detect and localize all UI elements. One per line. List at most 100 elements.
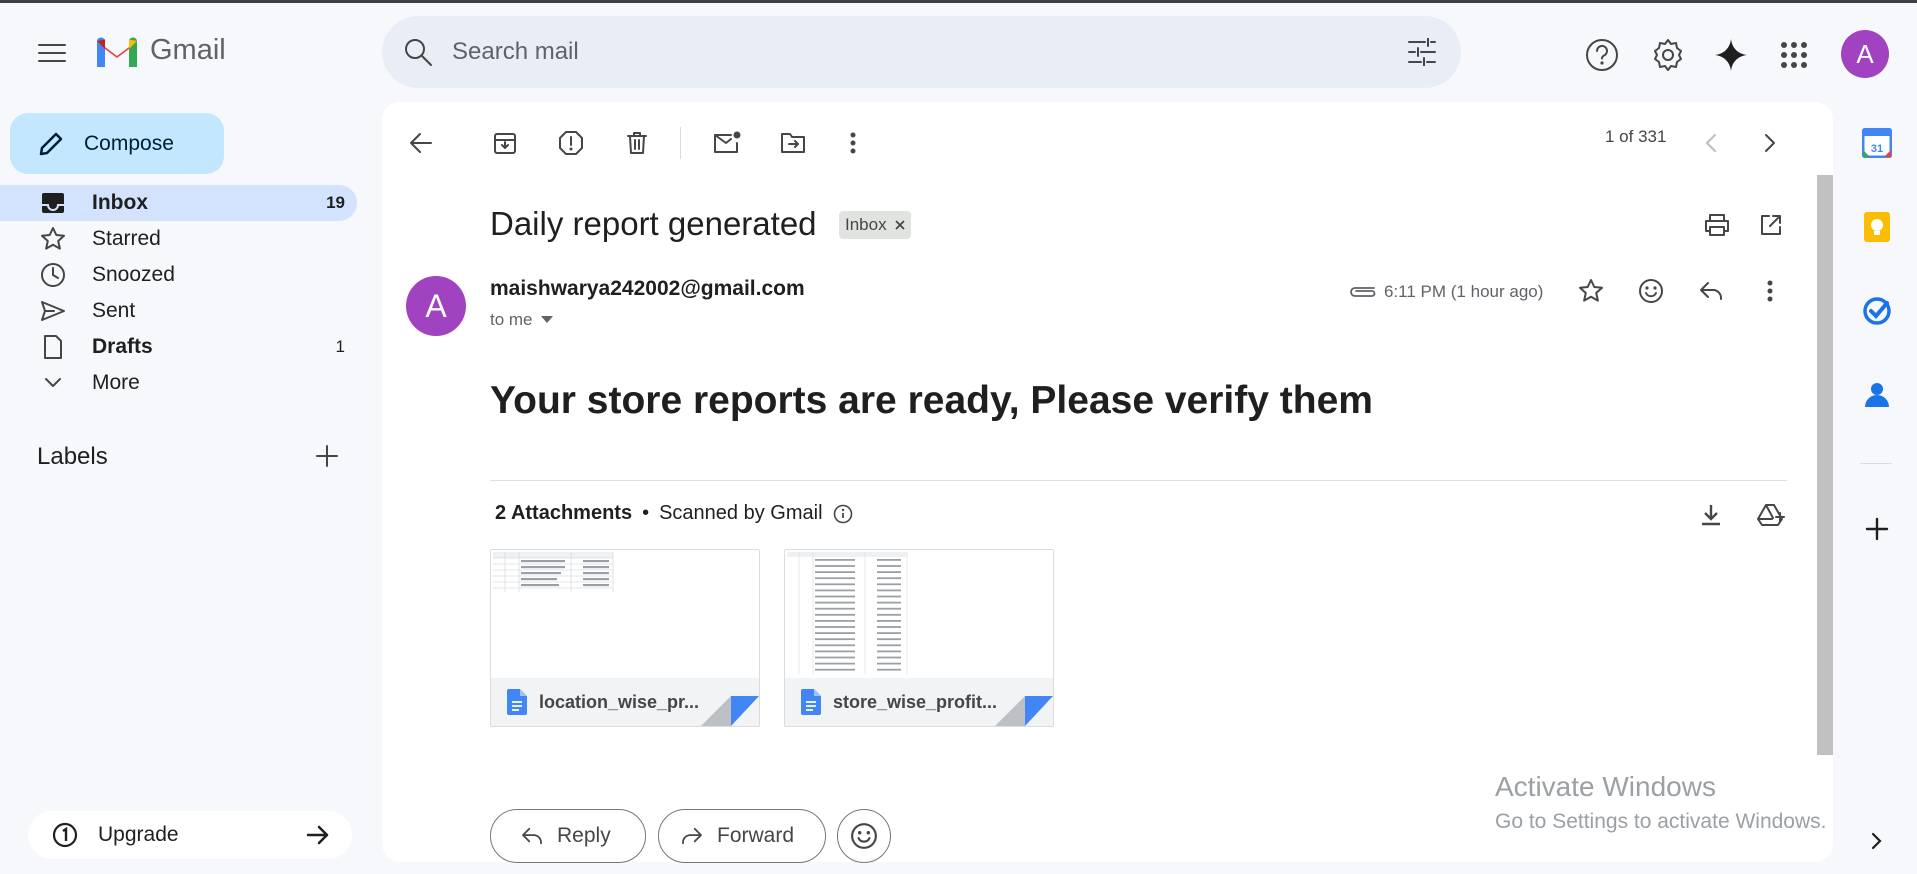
label-chip-inbox[interactable]: Inbox: [839, 211, 911, 239]
chevron-left-icon: [1705, 133, 1717, 153]
folded-corner-icon: [701, 696, 759, 726]
svg-text:31: 31: [1871, 143, 1883, 155]
react-button[interactable]: [837, 809, 891, 863]
sender-email[interactable]: maishwarya242002@gmail.com: [490, 277, 805, 301]
print-all-button[interactable]: [1697, 205, 1737, 245]
nav-item-snoozed[interactable]: Snoozed: [0, 257, 357, 293]
newer-button[interactable]: [1691, 123, 1731, 163]
nav-item-drafts[interactable]: Drafts 1: [0, 329, 357, 365]
get-addons-button[interactable]: [1855, 507, 1899, 551]
gmail-logo[interactable]: Gmail: [94, 33, 226, 67]
older-button[interactable]: [1750, 123, 1790, 163]
nav-label: Drafts: [92, 335, 153, 358]
back-button[interactable]: [401, 123, 441, 163]
main-menu-button[interactable]: [30, 31, 74, 75]
thumbnail-row-line: [815, 595, 855, 598]
sparkle-icon: [1715, 39, 1747, 71]
search-input[interactable]: [452, 38, 1352, 66]
add-reaction-button[interactable]: [1631, 271, 1671, 311]
chevron-right-icon: [1765, 134, 1775, 152]
thumbnail-row-line: [877, 577, 901, 580]
download-icon: [1702, 505, 1720, 526]
upgrade-label: Upgrade: [98, 823, 179, 846]
spreadsheet-thumbnail: [493, 552, 614, 592]
reply-icon: [522, 827, 542, 845]
recipient-toggle[interactable]: to me: [490, 310, 553, 330]
upgrade-button[interactable]: Upgrade: [28, 811, 352, 859]
open-new-window-button[interactable]: [1751, 205, 1791, 245]
clock-icon: [41, 263, 65, 287]
apps-button[interactable]: [1774, 35, 1814, 75]
thumbnail-row-line: [815, 607, 855, 610]
chevron-down-icon: [45, 378, 61, 387]
mark-unread-button[interactable]: [707, 123, 747, 163]
chip-label: Inbox: [845, 215, 887, 234]
thumbnail-row-line: [877, 571, 901, 573]
calendar-app[interactable]: 31: [1855, 121, 1899, 165]
keep-app[interactable]: [1855, 205, 1899, 249]
nav-item-more[interactable]: More: [0, 365, 357, 401]
trash-icon: [627, 132, 647, 154]
show-side-panel-button[interactable]: [1855, 819, 1899, 863]
thumbnail-row-line: [877, 656, 901, 659]
search-options-icon[interactable]: [1407, 38, 1437, 66]
archive-button[interactable]: [485, 123, 525, 163]
attachment-card[interactable]: location_wise_pr...: [490, 549, 760, 727]
search-bar[interactable]: [382, 16, 1461, 88]
spreadsheet-thumbnail: [787, 552, 908, 674]
thumbnail-row-line: [877, 559, 901, 561]
thumbnail-row-line: [815, 613, 855, 616]
more-options-button[interactable]: [833, 123, 873, 163]
star-icon: [41, 227, 65, 250]
nav-item-sent[interactable]: Sent: [0, 293, 357, 329]
nav-label: Sent: [92, 299, 136, 322]
search-icon[interactable]: [402, 36, 434, 68]
nav-item-inbox[interactable]: Inbox 19: [0, 185, 357, 221]
thumbnail-row-line: [877, 662, 901, 665]
compose-label: Compose: [84, 131, 174, 155]
add-to-drive-button[interactable]: [1751, 495, 1791, 535]
move-to-button[interactable]: [773, 123, 813, 163]
emoji-icon: [851, 823, 877, 849]
thumbnail-row-line: [877, 589, 901, 592]
thumbnail-row-line: [815, 626, 855, 628]
thumbnail-row-line: [877, 632, 901, 634]
settings-button[interactable]: [1648, 35, 1688, 75]
delete-button[interactable]: [617, 123, 657, 163]
contacts-app[interactable]: [1855, 373, 1899, 417]
scrollbar[interactable]: [1817, 175, 1833, 755]
keep-bulb-icon: [1864, 212, 1890, 242]
sender-avatar[interactable]: A: [406, 276, 466, 336]
forward-label: Forward: [717, 824, 795, 847]
message-more-button[interactable]: [1750, 271, 1790, 311]
forward-icon: [682, 827, 702, 845]
draft-icon: [44, 335, 62, 359]
reply-icon-button[interactable]: [1691, 271, 1731, 311]
add-label-button[interactable]: [316, 445, 338, 467]
close-icon[interactable]: [894, 220, 905, 230]
account-avatar[interactable]: A: [1841, 30, 1889, 78]
info-icon[interactable]: [833, 504, 853, 524]
compose-button[interactable]: Compose: [10, 113, 224, 174]
arrow-right-icon: [306, 825, 329, 845]
download-all-button[interactable]: [1691, 495, 1731, 535]
attachment-card[interactable]: store_wise_profit...: [784, 549, 1054, 727]
nav-item-starred[interactable]: Starred: [0, 221, 357, 257]
tasks-app[interactable]: [1855, 289, 1899, 333]
forward-button[interactable]: Forward: [658, 809, 826, 863]
help-button[interactable]: [1582, 35, 1622, 75]
star-button[interactable]: [1571, 271, 1611, 311]
report-spam-button[interactable]: [551, 123, 591, 163]
thumbnail-row-line: [877, 620, 901, 622]
gear-icon: [1654, 39, 1682, 71]
email-body-heading: Your store reports are ready, Please ver…: [490, 379, 1373, 422]
reply-button[interactable]: Reply: [490, 809, 646, 863]
document-icon: [801, 689, 821, 715]
contacts-person-icon: [1865, 383, 1889, 407]
thumbnail-row-line: [815, 620, 855, 622]
thumbnail-row-line: [877, 650, 901, 653]
gemini-button[interactable]: [1711, 35, 1751, 75]
spam-icon: [559, 131, 583, 155]
open-in-new-icon: [1761, 215, 1781, 235]
thumbnail-row-line: [815, 583, 855, 586]
